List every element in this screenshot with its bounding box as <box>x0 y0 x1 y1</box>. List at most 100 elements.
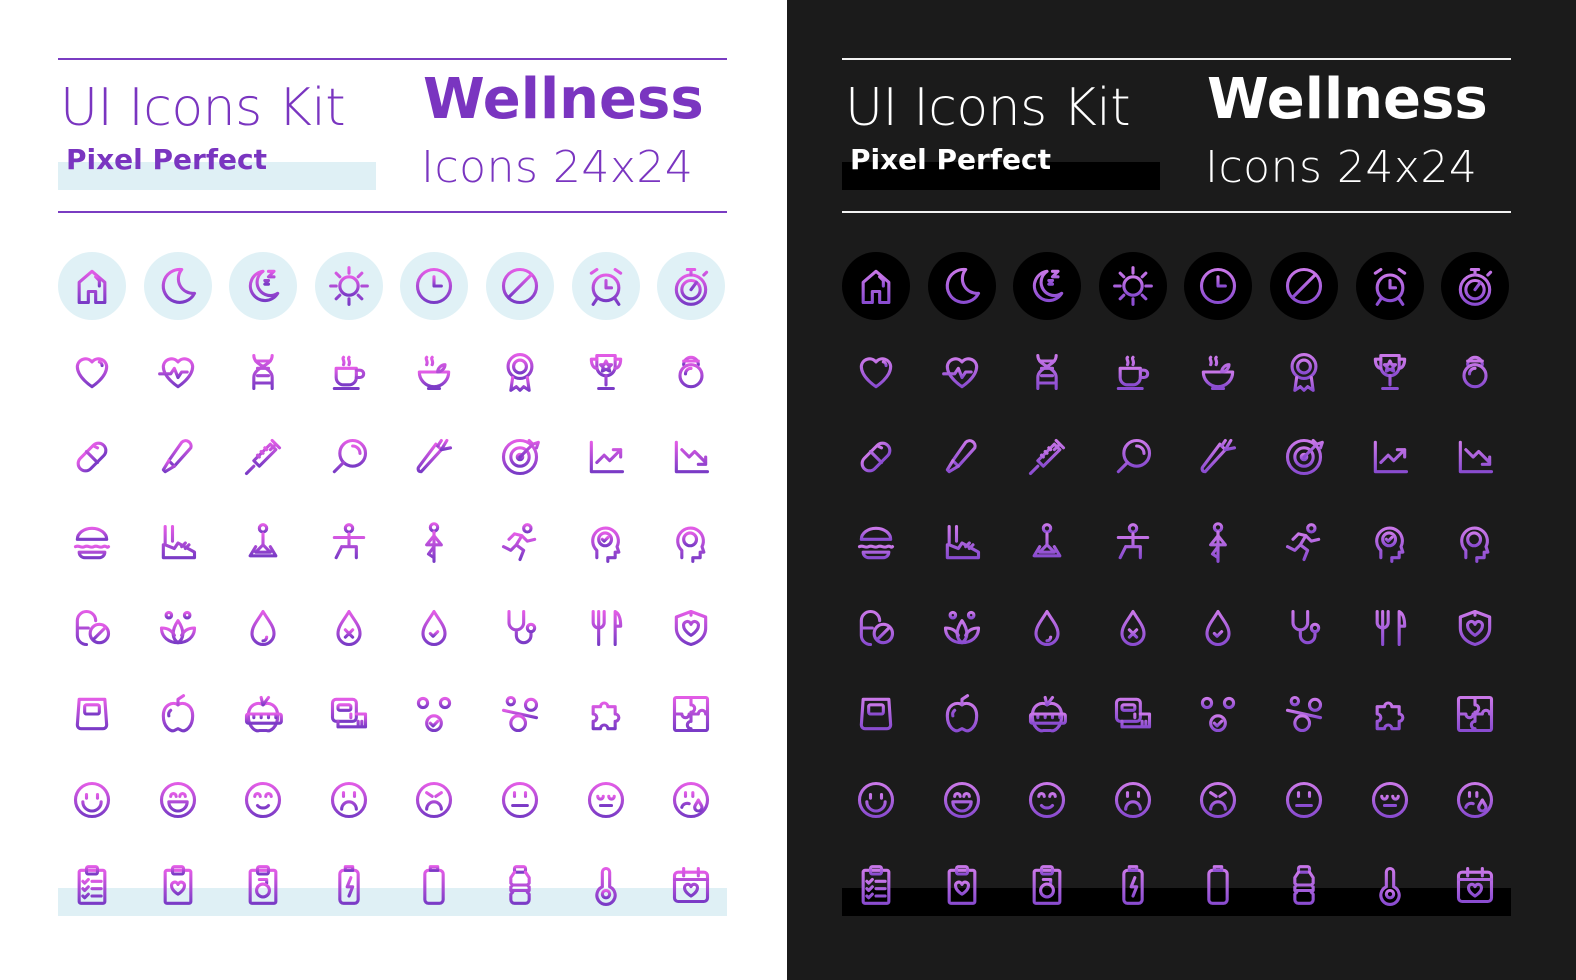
icon-cell <box>928 338 996 406</box>
heartbeat-icon <box>157 356 194 388</box>
icon-cell <box>315 851 383 919</box>
mental-health-alert-icon <box>676 526 706 563</box>
icon-cell <box>657 594 725 662</box>
icon-cell <box>229 252 298 320</box>
sleep-icon <box>249 269 280 303</box>
icon-cell <box>571 252 640 320</box>
laugh-icon <box>159 781 196 818</box>
angry-icon <box>1200 781 1237 818</box>
heartbeat-icon <box>941 356 978 388</box>
icon-cell <box>1099 509 1167 577</box>
icon-cell <box>58 680 126 748</box>
icon-cell <box>572 423 640 491</box>
yoga-lunge-icon <box>1116 522 1150 560</box>
icon-cell <box>144 594 212 662</box>
dark-theme-panel: UI Icons Kit Pixel Perfect Wellness Icon… <box>787 0 1576 980</box>
chart-down-icon <box>1458 440 1494 474</box>
moon-icon <box>161 267 196 304</box>
crying-icon <box>673 781 710 818</box>
icon-cell <box>400 766 468 834</box>
icon-cell <box>572 338 640 406</box>
dna-icon <box>252 353 274 390</box>
burger-icon <box>73 526 111 560</box>
icon-grid <box>842 252 1510 919</box>
stethoscope-icon <box>1291 610 1321 645</box>
icon-cell <box>842 594 910 662</box>
icon-cell <box>1356 509 1424 577</box>
imbalance-alert-icon <box>1285 695 1323 733</box>
syringe-icon <box>1029 439 1066 476</box>
mental-health-check-icon <box>590 526 620 563</box>
icon-cell <box>928 766 996 834</box>
thermometer-low-icon <box>1378 867 1401 907</box>
balance-check-icon <box>1200 696 1237 733</box>
icon-cell <box>229 509 297 577</box>
kit-title: UI Icons Kit <box>845 78 1131 138</box>
bowl-of-food-icon <box>1202 355 1235 390</box>
top-divider <box>842 58 1511 60</box>
icon-cell <box>143 252 212 320</box>
icon-cell <box>1356 423 1424 491</box>
heart-shield-icon <box>1458 610 1492 647</box>
icon-cell <box>144 423 212 491</box>
icon-cell <box>486 766 554 834</box>
meditation-icon <box>1032 522 1062 558</box>
icon-cell <box>1184 338 1252 406</box>
theme-title: Wellness <box>1207 67 1488 132</box>
icon-cell <box>400 423 468 491</box>
icon-cell <box>928 509 996 577</box>
apple-icon <box>945 694 978 733</box>
icon-cell <box>485 252 554 320</box>
bowl-of-food-icon <box>418 355 451 390</box>
water-drop-icon <box>250 610 276 647</box>
icon-cell <box>1184 851 1252 919</box>
icon-cell <box>842 338 910 406</box>
puzzle-piece-icon <box>591 701 620 731</box>
battery-low-icon <box>1207 865 1230 906</box>
icon-cell <box>1269 252 1338 320</box>
icon-cell <box>842 766 910 834</box>
icon-cell <box>1184 680 1252 748</box>
stopwatch-icon <box>674 267 709 306</box>
icon-cell <box>1356 766 1424 834</box>
subtitle: Pixel Perfect <box>850 143 1051 176</box>
icon-cell <box>486 423 554 491</box>
neutral-icon <box>1285 781 1323 818</box>
icon-cell <box>1184 423 1252 491</box>
icon-cell <box>315 766 383 834</box>
fork-knife-icon <box>1375 610 1406 647</box>
light-theme-panel: UI Icons Kit Pixel Perfect Wellness Icon… <box>0 0 787 980</box>
heart-shield-icon <box>674 610 708 647</box>
lotus-icon <box>159 611 196 645</box>
icon-cell <box>1270 509 1338 577</box>
icon-cell <box>657 252 726 320</box>
icon-cell <box>144 509 212 577</box>
subtitle: Pixel Perfect <box>66 143 267 176</box>
icon-cell <box>58 594 126 662</box>
icon-cell <box>1013 509 1081 577</box>
icon-cell <box>1356 851 1424 919</box>
icon-cell <box>144 851 212 919</box>
happy-icon <box>1029 781 1066 818</box>
thermometer-icon <box>945 439 977 474</box>
icon-cell <box>315 594 383 662</box>
icon-cell <box>1184 594 1252 662</box>
icon-cell <box>486 509 554 577</box>
kettlebell-icon <box>678 355 704 388</box>
award-badge-icon <box>1290 352 1318 392</box>
icon-cell <box>486 680 554 748</box>
dna-icon <box>1036 353 1058 390</box>
icon-cell <box>1013 338 1081 406</box>
icon-cell <box>657 338 725 406</box>
smile-icon <box>73 781 111 818</box>
icon-cell <box>400 680 468 748</box>
syringe-icon <box>245 439 282 476</box>
water-bottle-icon <box>1293 865 1315 906</box>
top-divider <box>58 58 727 60</box>
icon-cell <box>400 509 468 577</box>
burger-icon <box>857 526 895 560</box>
battery-charge-icon <box>338 865 360 906</box>
sleep-icon <box>1033 269 1064 303</box>
heart-icon <box>75 356 109 388</box>
clock-icon <box>1200 267 1237 305</box>
